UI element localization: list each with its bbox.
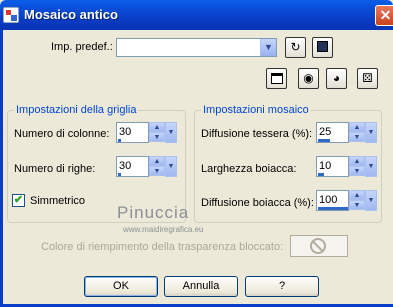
transparency-color-swatch [290, 235, 348, 257]
grout-width-slider-button[interactable]: ▼ [365, 156, 377, 177]
grid-group-title: Impostazioni della griglia [14, 104, 139, 116]
tile-diffusion-down-button[interactable]: ▼ [349, 132, 365, 142]
cancel-button[interactable]: Annulla [164, 276, 238, 297]
title-bar[interactable]: Mosaico antico ✕ [0, 0, 393, 30]
symmetric-checkbox[interactable]: ✔ [12, 194, 25, 207]
mosaic-group-title: Impostazioni mosaico [201, 104, 311, 116]
grout-diffusion-slider-indicator [318, 207, 348, 210]
grout-diffusion-label: Diffusione boiacca (%): [201, 197, 314, 209]
transparency-fill-label: Colore di riempimento della trasparenza … [41, 241, 284, 253]
grout-width-down-button[interactable]: ▼ [349, 166, 365, 176]
floppy-disk-icon [317, 41, 328, 52]
rows-down-button[interactable]: ▼ [149, 166, 165, 176]
tile-diffusion-slider-button[interactable]: ▼ [365, 122, 377, 143]
window-title: Mosaico antico [24, 7, 118, 22]
preset-dropdown[interactable]: ▼ [116, 38, 277, 57]
grout-width-stepper[interactable]: 10 ▲ ▼ ▼ [316, 156, 377, 177]
grout-diffusion-up-button[interactable]: ▲ [349, 190, 365, 200]
preview-window-icon [270, 73, 283, 84]
columns-slider-button[interactable]: ▼ [165, 122, 177, 143]
app-icon [3, 7, 19, 23]
eye-preview-button[interactable]: ◕ [326, 68, 347, 89]
no-color-icon [310, 238, 326, 254]
grout-width-slider-indicator [318, 173, 324, 176]
columns-label: Numero di colonne: [14, 128, 110, 140]
grout-diffusion-slider-button[interactable]: ▼ [365, 190, 377, 211]
help-button[interactable]: ? [245, 276, 319, 297]
columns-down-button[interactable]: ▼ [149, 132, 165, 142]
tile-diffusion-up-button[interactable]: ▲ [349, 122, 365, 132]
grout-diffusion-down-button[interactable]: ▼ [349, 200, 365, 210]
ok-button[interactable]: OK [84, 276, 158, 297]
close-button[interactable]: ✕ [375, 5, 393, 26]
rows-up-button[interactable]: ▲ [149, 156, 165, 166]
rows-slider-indicator [118, 173, 121, 176]
watermark-name: Pinuccia [117, 203, 190, 222]
columns-up-button[interactable]: ▲ [149, 122, 165, 132]
grout-width-label: Larghezza boiacca: [201, 163, 297, 175]
eye-preview-on-button[interactable]: ◉ [298, 68, 319, 89]
reset-icon: ↻ [290, 40, 301, 54]
chevron-down-icon[interactable]: ▼ [260, 39, 276, 56]
columns-slider-indicator [118, 139, 121, 142]
eye-preview-on-icon: ◉ [303, 71, 314, 85]
rows-slider-button[interactable]: ▼ [165, 156, 177, 177]
rows-label: Numero di righe: [14, 163, 96, 175]
grout-diffusion-stepper[interactable]: 100 ▲ ▼ ▼ [316, 190, 377, 211]
preset-label: Imp. predef.: [51, 41, 113, 53]
tile-diffusion-label: Diffusione tessera (%): [201, 128, 313, 140]
symmetric-label[interactable]: Simmetrico [30, 195, 85, 207]
save-preset-button[interactable] [312, 37, 333, 58]
random-dice-icon: ⚄ [362, 71, 373, 85]
dialog-window: Mosaico antico ✕ Imp. predef.: ▼ ↻ ◉ ◕ ⚄… [0, 0, 393, 307]
tile-diffusion-stepper[interactable]: 25 ▲ ▼ ▼ [316, 122, 377, 143]
randomize-button[interactable]: ⚄ [357, 68, 378, 89]
watermark-url: www.maidiregrafica.eu [123, 225, 204, 234]
tile-diffusion-slider-indicator [318, 139, 330, 142]
reset-button[interactable]: ↻ [285, 37, 306, 58]
preview-window-button[interactable] [266, 68, 287, 89]
columns-stepper[interactable]: 30 ▲ ▼ ▼ [116, 122, 177, 143]
grout-width-up-button[interactable]: ▲ [349, 156, 365, 166]
rows-stepper[interactable]: 30 ▲ ▼ ▼ [116, 156, 177, 177]
eye-preview-icon: ◕ [332, 71, 341, 85]
